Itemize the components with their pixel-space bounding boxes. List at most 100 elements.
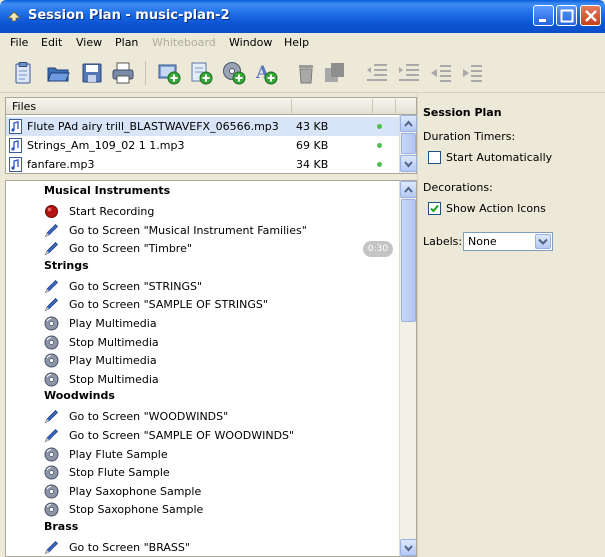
session-plan-properties: Session Plan Duration Timers: Start Auto…	[417, 93, 605, 557]
minimize-button[interactable]	[533, 5, 554, 26]
file-status-dot	[377, 162, 382, 167]
add-screen-icon[interactable]	[157, 61, 181, 85]
multimedia-icon	[44, 353, 59, 368]
section-header[interactable]: Strings	[44, 259, 89, 272]
menu-edit[interactable]: Edit	[41, 36, 62, 49]
section-header[interactable]: Musical Instruments	[44, 184, 170, 197]
file-status-dot	[377, 143, 382, 148]
multimedia-icon	[44, 372, 59, 387]
show-action-icons-label[interactable]: Show Action Icons	[446, 202, 546, 215]
print-icon[interactable]	[111, 61, 135, 85]
section-header[interactable]: Brass	[44, 520, 78, 533]
action-label: Play Flute Sample	[69, 447, 168, 461]
labels-label: Labels:	[423, 235, 463, 248]
menu-window[interactable]: Window	[229, 36, 272, 49]
menu-view[interactable]: View	[76, 36, 102, 49]
menu-file[interactable]: File	[10, 36, 28, 49]
files-list: Flute PAd airy trill_BLASTWAVEFX_06566.m…	[5, 115, 417, 174]
close-button[interactable]	[580, 5, 601, 26]
plan-scrollbar[interactable]	[399, 181, 416, 556]
file-row[interactable]: Strings_Am_109_02 1 1.mp3 69 KB	[6, 136, 399, 155]
action-label: Go to Screen "STRINGS"	[69, 279, 203, 293]
scroll-up-button[interactable]	[400, 115, 417, 132]
scroll-thumb[interactable]	[401, 199, 416, 322]
duration-timers-label: Duration Timers:	[423, 130, 516, 143]
multimedia-icon	[44, 447, 59, 462]
move-right-icon[interactable]	[460, 61, 484, 85]
action-label: Play Multimedia	[69, 354, 157, 368]
file-name: Strings_Am_109_02 1 1.mp3	[27, 139, 185, 152]
action-label: Play Saxophone Sample	[69, 484, 202, 498]
maximize-icon	[560, 9, 574, 23]
delete-icon[interactable]	[294, 61, 318, 85]
scroll-up-button[interactable]	[400, 181, 416, 198]
add-note-icon[interactable]	[189, 61, 213, 85]
column-divider[interactable]	[291, 99, 292, 113]
go-to-screen-icon	[44, 279, 58, 293]
checkmark-icon	[430, 204, 439, 213]
file-size: 34 KB	[296, 158, 329, 171]
column-divider[interactable]	[372, 99, 373, 113]
title-bar: Session Plan - music-plan-2	[0, 0, 605, 33]
move-left-icon[interactable]	[429, 61, 453, 85]
chevron-down-icon	[538, 238, 548, 245]
window-title: Session Plan - music-plan-2	[28, 8, 230, 23]
action-label: Go to Screen "Musical Instrument Familie…	[69, 223, 307, 237]
action-label: Go to Screen "WOODWINDS"	[69, 410, 229, 424]
scroll-down-button[interactable]	[400, 539, 416, 556]
start-automatically-checkbox[interactable]	[428, 151, 441, 164]
go-to-screen-icon	[44, 429, 58, 443]
save-icon[interactable]	[80, 61, 104, 85]
section-header[interactable]: Woodwinds	[44, 389, 115, 402]
go-to-screen-icon	[44, 242, 58, 256]
minimize-icon	[539, 19, 546, 22]
go-to-screen-icon	[44, 298, 58, 312]
show-action-icons-checkbox[interactable]	[428, 202, 441, 215]
add-text-icon[interactable]: A	[254, 61, 278, 85]
indent-icon[interactable]	[397, 61, 421, 85]
multimedia-icon	[44, 316, 59, 331]
duration-timer-badge[interactable]: 0:30	[363, 241, 393, 257]
audio-file-icon	[9, 157, 22, 172]
open-icon[interactable]	[46, 61, 70, 85]
files-header: Files	[5, 97, 417, 115]
file-name: Flute PAd airy trill_BLASTWAVEFX_06566.m…	[27, 120, 279, 133]
audio-file-icon	[9, 119, 22, 134]
labels-select[interactable]: None	[463, 232, 553, 251]
scroll-down-button[interactable]	[400, 155, 417, 172]
go-to-screen-icon	[44, 223, 58, 237]
files-scrollbar[interactable]	[399, 115, 417, 173]
new-plan-icon[interactable]	[11, 61, 35, 85]
maximize-button[interactable]	[556, 5, 577, 26]
action-label: Start Recording	[69, 205, 155, 218]
chevron-down-icon	[404, 545, 413, 552]
menu-help[interactable]: Help	[284, 36, 309, 49]
start-automatically-label[interactable]: Start Automatically	[446, 151, 552, 164]
menu-bar: File Edit View Plan Whiteboard Window He…	[0, 33, 605, 53]
multimedia-icon	[44, 484, 59, 499]
action-label: Stop Multimedia	[69, 372, 159, 386]
decorations-label: Decorations:	[423, 181, 493, 194]
panel-title: Session Plan	[423, 106, 502, 119]
duplicate-icon[interactable]	[323, 61, 347, 85]
file-row[interactable]: Flute PAd airy trill_BLASTWAVEFX_06566.m…	[6, 117, 399, 136]
chevron-up-icon	[404, 186, 413, 193]
record-icon	[45, 205, 58, 218]
dropdown-button[interactable]	[535, 234, 551, 249]
add-multimedia-icon[interactable]	[222, 61, 246, 85]
file-name: fanfare.mp3	[27, 158, 95, 171]
action-label: Play Multimedia	[69, 317, 157, 330]
toolbar-separator	[145, 61, 146, 85]
app-icon	[7, 11, 21, 22]
file-size: 43 KB	[296, 120, 329, 133]
file-size: 69 KB	[296, 139, 329, 152]
file-row[interactable]: fanfare.mp3 34 KB	[6, 155, 399, 174]
column-divider[interactable]	[395, 99, 396, 113]
chevron-up-icon	[404, 120, 413, 127]
menu-plan[interactable]: Plan	[115, 36, 138, 49]
scroll-thumb[interactable]	[401, 133, 416, 154]
outdent-icon[interactable]	[365, 61, 389, 85]
action-label: Stop Saxophone Sample	[69, 503, 204, 517]
labels-select-value: None	[468, 235, 497, 248]
menu-whiteboard[interactable]: Whiteboard	[152, 36, 216, 49]
